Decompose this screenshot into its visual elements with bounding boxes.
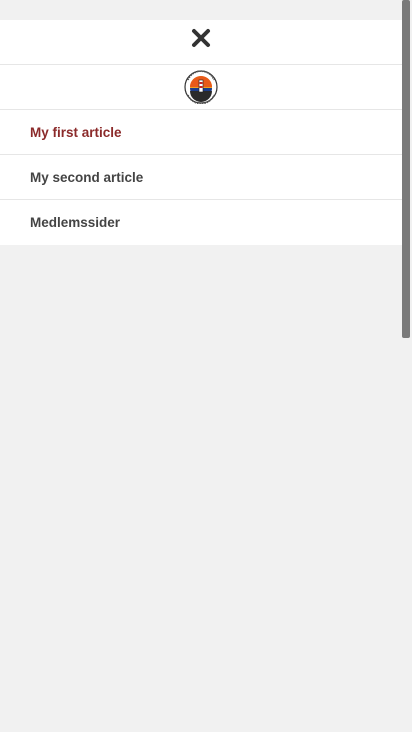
nav-item-medlemssider[interactable]: Medlemssider — [0, 200, 402, 245]
nav-item-first-article[interactable]: My first article — [0, 110, 402, 155]
scrollbar-thumb[interactable] — [402, 0, 410, 338]
close-icon — [192, 29, 210, 47]
nav-item-label: My second article — [30, 169, 144, 185]
mobile-nav: My first article My second article Medle… — [0, 110, 402, 245]
close-button[interactable] — [189, 26, 213, 50]
menu-close-row — [0, 20, 402, 65]
nav-item-label: My first article — [30, 124, 122, 140]
logo-row — [0, 65, 402, 110]
scrollbar-track[interactable] — [402, 0, 412, 732]
nav-item-second-article[interactable]: My second article — [0, 155, 402, 200]
club-logo[interactable] — [184, 70, 218, 104]
nav-item-label: Medlemssider — [30, 215, 121, 230]
mobile-menu-panel: My first article My second article Medle… — [0, 20, 402, 245]
